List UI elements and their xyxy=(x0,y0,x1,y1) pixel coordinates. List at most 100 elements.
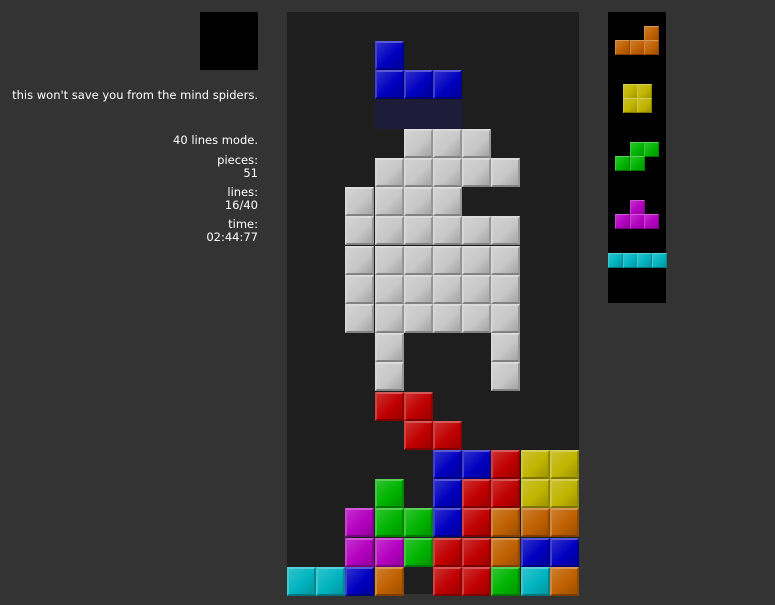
block-L xyxy=(550,567,579,596)
block-G xyxy=(404,304,433,333)
block-J xyxy=(550,538,579,567)
block-O xyxy=(521,479,550,508)
time-value: 02:44:77 xyxy=(206,230,258,244)
next-piece-L-block xyxy=(644,40,659,55)
block-G xyxy=(433,129,462,158)
next-piece-L-block xyxy=(630,40,645,55)
block-G xyxy=(462,275,491,304)
block-G xyxy=(345,216,374,245)
block-G xyxy=(345,304,374,333)
block-Z xyxy=(491,479,520,508)
next-piece-T-block xyxy=(644,214,659,229)
block-L xyxy=(550,508,579,537)
flavor-message: this won't save you from the mind spider… xyxy=(12,88,258,102)
block-T xyxy=(345,508,374,537)
hold-piece-box xyxy=(200,12,258,70)
block-I xyxy=(316,567,345,596)
block-Z xyxy=(375,392,404,421)
block-G xyxy=(433,275,462,304)
ghost-block xyxy=(375,100,404,129)
block-S xyxy=(491,567,520,596)
block-Z xyxy=(491,450,520,479)
game-mode-label: 40 lines mode. xyxy=(173,133,258,147)
block-J xyxy=(375,41,404,70)
block-G xyxy=(433,304,462,333)
next-piece-O-block xyxy=(637,98,652,113)
block-I xyxy=(287,567,316,596)
pieces-count: 51 xyxy=(243,166,258,180)
block-S xyxy=(375,479,404,508)
block-S xyxy=(375,508,404,537)
ghost-block xyxy=(433,100,462,129)
block-T xyxy=(345,538,374,567)
block-I xyxy=(521,567,550,596)
block-J xyxy=(404,70,433,99)
playfield[interactable] xyxy=(287,12,579,596)
next-piece-L-block xyxy=(615,40,630,55)
ghost-block xyxy=(404,100,433,129)
block-T xyxy=(375,538,404,567)
next-piece-O-block xyxy=(623,98,638,113)
block-Z xyxy=(433,421,462,450)
next-piece-I-block xyxy=(623,253,638,268)
block-Z xyxy=(404,421,433,450)
block-G xyxy=(404,129,433,158)
block-Z xyxy=(462,567,491,596)
block-G xyxy=(433,216,462,245)
block-J xyxy=(521,538,550,567)
block-G xyxy=(404,216,433,245)
block-G xyxy=(375,158,404,187)
next-piece-O-block xyxy=(623,84,638,99)
block-G xyxy=(375,187,404,216)
pieces-label: pieces: xyxy=(217,153,258,167)
block-Z xyxy=(462,479,491,508)
block-G xyxy=(375,275,404,304)
block-G xyxy=(462,304,491,333)
block-J xyxy=(433,70,462,99)
block-G xyxy=(404,158,433,187)
block-G xyxy=(375,333,404,362)
block-G xyxy=(404,187,433,216)
block-G xyxy=(491,246,520,275)
block-O xyxy=(521,450,550,479)
lines-label: lines: xyxy=(227,185,258,199)
block-G xyxy=(433,158,462,187)
next-piece-S-block xyxy=(630,156,645,171)
block-G xyxy=(375,362,404,391)
block-G xyxy=(462,129,491,158)
block-J xyxy=(433,508,462,537)
block-J xyxy=(433,450,462,479)
block-J xyxy=(375,70,404,99)
block-G xyxy=(433,187,462,216)
block-G xyxy=(404,246,433,275)
block-G xyxy=(375,216,404,245)
next-piece-T-block xyxy=(630,200,645,215)
block-O xyxy=(550,479,579,508)
block-S xyxy=(404,508,433,537)
next-piece-T-block xyxy=(615,214,630,229)
block-J xyxy=(345,567,374,596)
block-G xyxy=(404,275,433,304)
block-L xyxy=(491,538,520,567)
next-piece-L-block xyxy=(644,26,659,41)
block-G xyxy=(462,158,491,187)
block-G xyxy=(491,304,520,333)
block-Z xyxy=(433,567,462,596)
block-Z xyxy=(462,538,491,567)
block-J xyxy=(462,450,491,479)
block-G xyxy=(491,216,520,245)
block-Z xyxy=(433,538,462,567)
next-queue xyxy=(608,12,667,303)
next-piece-S-block xyxy=(630,142,645,157)
block-G xyxy=(491,362,520,391)
block-Z xyxy=(404,392,433,421)
block-J xyxy=(433,479,462,508)
next-piece-S-block xyxy=(644,142,659,157)
next-piece-I-block xyxy=(608,253,623,268)
block-G xyxy=(462,216,491,245)
block-G xyxy=(491,333,520,362)
block-O xyxy=(550,450,579,479)
block-G xyxy=(345,275,374,304)
next-piece-S-block xyxy=(615,156,630,171)
block-Z xyxy=(462,508,491,537)
